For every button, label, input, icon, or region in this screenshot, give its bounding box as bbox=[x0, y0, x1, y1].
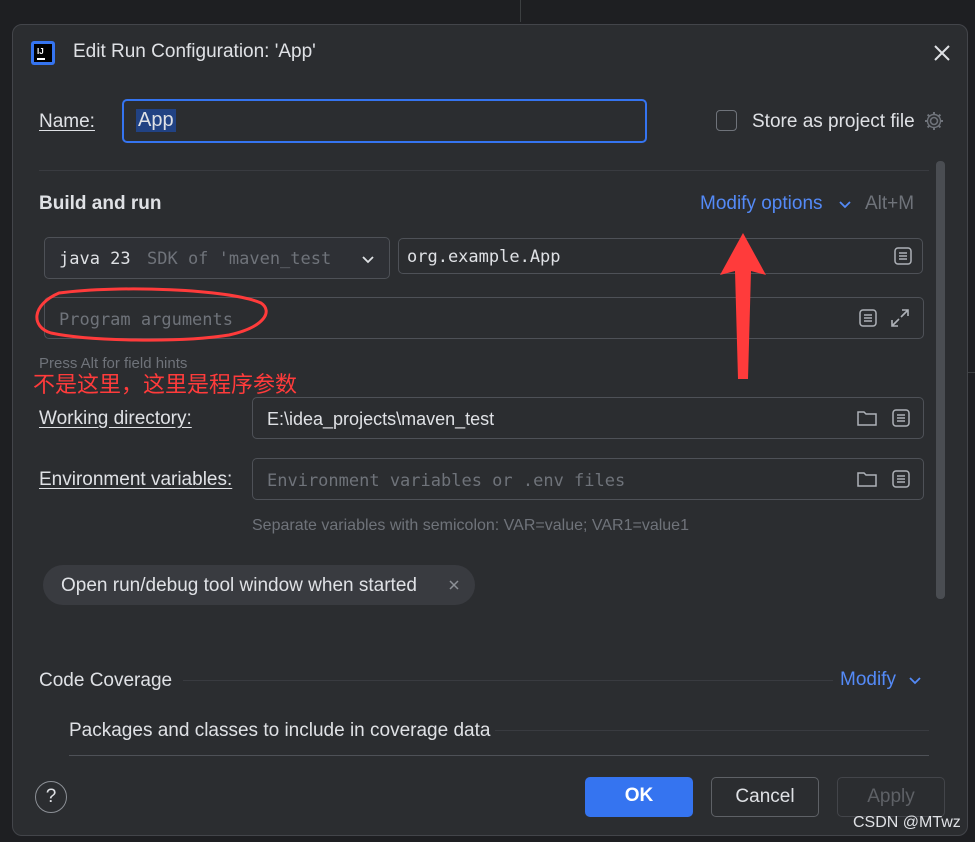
working-directory-value: E:\idea_projects\maven_test bbox=[267, 409, 495, 429]
folder-icon[interactable] bbox=[856, 408, 878, 428]
cancel-button[interactable]: Cancel bbox=[711, 777, 819, 817]
chevron-down-icon[interactable] bbox=[908, 673, 922, 687]
environment-variables-label: Environment variables: bbox=[39, 469, 233, 490]
list-icon[interactable] bbox=[893, 246, 913, 266]
main-class-value: org.example.App bbox=[407, 247, 561, 267]
coverage-modify-link[interactable]: Modify bbox=[840, 669, 896, 691]
run-configuration-dialog: IJ Edit Run Configuration: 'App' Name: A… bbox=[12, 24, 968, 836]
list-icon[interactable] bbox=[891, 408, 911, 428]
divider bbox=[495, 730, 929, 731]
name-value: App bbox=[136, 109, 176, 132]
name-field[interactable]: App bbox=[122, 99, 647, 143]
working-directory-label: Working directory: bbox=[39, 408, 192, 429]
jdk-description: SDK of 'maven_test bbox=[147, 249, 332, 269]
modify-options-link[interactable]: Modify options bbox=[700, 193, 823, 215]
expand-icon[interactable] bbox=[889, 307, 911, 329]
build-and-run-title: Build and run bbox=[39, 193, 162, 214]
list-icon[interactable] bbox=[891, 469, 911, 489]
intellij-app-icon: IJ bbox=[31, 41, 55, 65]
shortcut-hint: Alt+M bbox=[865, 193, 915, 214]
help-button[interactable]: ? bbox=[35, 781, 67, 813]
coverage-packages-label: Packages and classes to include in cover… bbox=[69, 720, 491, 741]
working-directory-field[interactable]: E:\idea_projects\maven_test bbox=[252, 397, 924, 439]
apply-button[interactable]: Apply bbox=[837, 777, 945, 817]
jdk-name: java 23 bbox=[59, 249, 131, 269]
annotation-ellipse bbox=[35, 287, 268, 342]
annotation-not-here: 不是这里，这里是程序参数 bbox=[33, 372, 298, 397]
chevron-down-icon[interactable] bbox=[838, 197, 852, 211]
gear-icon[interactable] bbox=[923, 110, 945, 132]
svg-text:IJ: IJ bbox=[37, 47, 44, 56]
environment-variables-placeholder: Environment variables or .env files bbox=[267, 471, 626, 491]
divider bbox=[183, 680, 833, 681]
chevron-down-icon bbox=[362, 256, 374, 264]
main-class-field[interactable]: org.example.App bbox=[398, 238, 923, 274]
background-divider bbox=[520, 0, 521, 22]
scrollbar[interactable] bbox=[936, 161, 945, 599]
coverage-table-border bbox=[69, 755, 929, 756]
watermark: CSDN @MTwz bbox=[853, 814, 961, 831]
dialog-title: Edit Run Configuration: 'App' bbox=[73, 41, 316, 62]
open-tool-window-chip[interactable]: Open run/debug tool window when started bbox=[43, 565, 475, 605]
divider bbox=[39, 170, 929, 171]
name-label: Name: bbox=[39, 111, 95, 132]
folder-icon[interactable] bbox=[856, 469, 878, 489]
code-coverage-title: Code Coverage bbox=[39, 670, 173, 691]
ok-button[interactable]: OK bbox=[585, 777, 693, 817]
environment-variables-hint: Separate variables with semicolon: VAR=v… bbox=[252, 517, 689, 534]
environment-variables-field[interactable]: Environment variables or .env files bbox=[252, 458, 924, 500]
list-icon[interactable] bbox=[858, 308, 878, 328]
background-divider bbox=[968, 372, 975, 373]
chip-label: Open run/debug tool window when started bbox=[61, 575, 417, 596]
store-as-project-checkbox[interactable] bbox=[716, 110, 737, 131]
store-as-project-label[interactable]: Store as project file bbox=[752, 111, 915, 133]
annotation-arrow bbox=[720, 233, 766, 379]
jdk-select[interactable]: java 23 SDK of 'maven_test bbox=[44, 237, 390, 279]
close-icon[interactable] bbox=[448, 579, 460, 591]
close-icon[interactable] bbox=[933, 44, 951, 62]
